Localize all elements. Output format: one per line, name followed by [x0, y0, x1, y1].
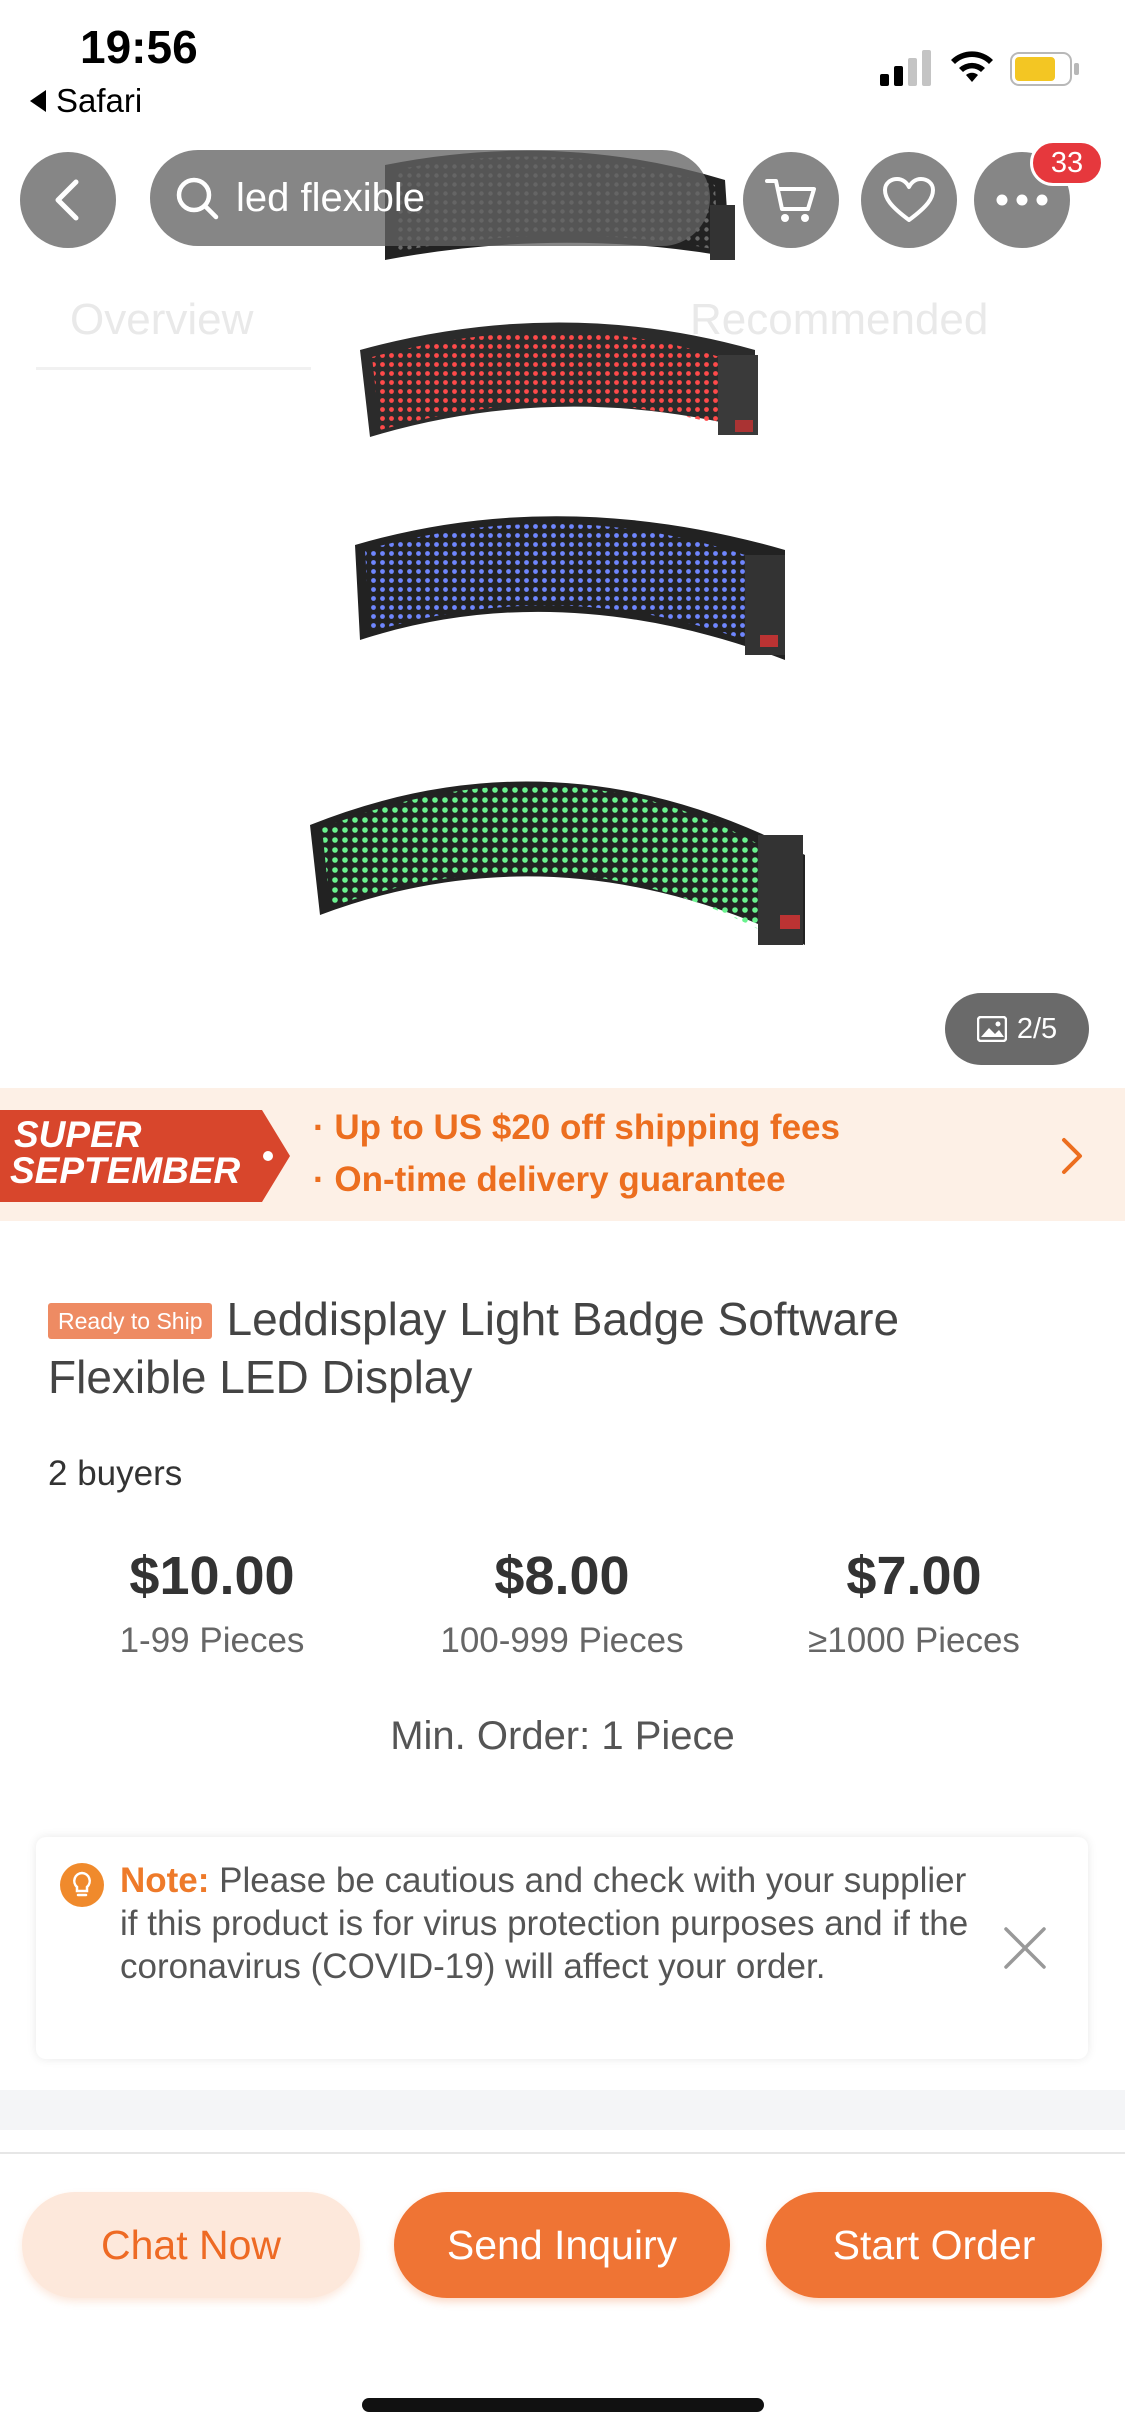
- status-time: 19:56: [80, 21, 198, 73]
- note-text: Note: Please be cautious and check with …: [120, 1859, 970, 1988]
- price-tier-3-price: $7.00: [846, 1546, 982, 1606]
- lightbulb-icon: [60, 1863, 104, 1907]
- back-app-label: Safari: [56, 82, 143, 119]
- led-strip-green: [310, 781, 805, 945]
- action-bar: Chat Now Send Inquiry Start Order: [0, 2152, 1125, 2436]
- led-strip-blue: [355, 516, 785, 660]
- cellular-signal-icon: [880, 50, 931, 86]
- price-tier-2-qty: 100-999 Pieces: [440, 1621, 684, 1660]
- price-tier-2-price: $8.00: [494, 1546, 630, 1606]
- more-dots-icon: [996, 194, 1048, 206]
- price-tier-3-qty: ≥1000 Pieces: [808, 1621, 1020, 1660]
- image-counter-text: 2/5: [1016, 1012, 1058, 1045]
- note-body: Please be cautious and check with your s…: [120, 1861, 969, 1986]
- led-display-photo: [310, 150, 805, 945]
- price-tier-2: $8.00 100-999 Pieces: [392, 1545, 732, 1661]
- cart-button[interactable]: [743, 152, 839, 248]
- close-icon[interactable]: [1002, 1925, 1048, 1971]
- battery-icon: [1010, 52, 1079, 86]
- search-query: led flexible: [236, 175, 426, 220]
- image-icon: [976, 1016, 1007, 1042]
- home-indicator: [362, 2398, 764, 2412]
- note-label: Note:: [120, 1861, 210, 1900]
- promo-logo-line1: SUPER: [14, 1114, 142, 1155]
- cart-icon: [765, 179, 816, 222]
- back-triangle-icon: [30, 90, 46, 112]
- heart-icon: [883, 177, 935, 222]
- ready-to-ship-badge: Ready to Ship: [48, 1303, 213, 1339]
- section-divider: [0, 2090, 1125, 2130]
- status-bar: 19:56 Safari: [0, 0, 1125, 135]
- chevron-right-icon: [1062, 1138, 1082, 1174]
- price-tier-3: $7.00 ≥1000 Pieces: [744, 1545, 1084, 1661]
- price-tier-1: $10.00 1-99 Pieces: [42, 1545, 382, 1661]
- start-order-button[interactable]: Start Order: [766, 2192, 1102, 2298]
- led-strip-red: [360, 322, 758, 437]
- price-tier-1-price: $10.00: [129, 1546, 295, 1606]
- back-to-safari[interactable]: Safari: [30, 82, 142, 120]
- chat-now-button[interactable]: Chat Now: [22, 2192, 360, 2298]
- promo-logo-line2: SEPTEMBER: [10, 1150, 241, 1191]
- promo-line-1: · Up to US $20 off shipping fees: [313, 1108, 840, 1147]
- back-button[interactable]: [20, 152, 116, 248]
- product-image-gallery[interactable]: Overview Recommended 2/5: [0, 135, 1125, 1090]
- chevron-left-icon: [55, 179, 79, 221]
- wifi-icon: [951, 51, 993, 82]
- image-counter: 2/5: [945, 993, 1089, 1065]
- product-title-block: Ready to Ship Leddisplay Light Badge Soft…: [48, 1290, 1068, 1406]
- search-icon: [176, 177, 219, 220]
- price-tier-1-qty: 1-99 Pieces: [119, 1621, 305, 1660]
- promo-line-2: · On-time delivery guarantee: [313, 1160, 786, 1199]
- send-inquiry-button[interactable]: Send Inquiry: [394, 2192, 730, 2298]
- promo-banner[interactable]: SUPER SEPTEMBER · Up to US $20 off shipp…: [0, 1088, 1125, 1221]
- favorite-button[interactable]: [861, 152, 957, 248]
- min-order: Min. Order: 1 Piece: [390, 1714, 735, 1758]
- covid-note: Note: Please be cautious and check with …: [36, 1837, 1088, 2059]
- buyers-count: 2 buyers: [48, 1454, 183, 1493]
- search-bar[interactable]: led flexible: [150, 150, 710, 246]
- notification-badge: 33: [1030, 140, 1104, 186]
